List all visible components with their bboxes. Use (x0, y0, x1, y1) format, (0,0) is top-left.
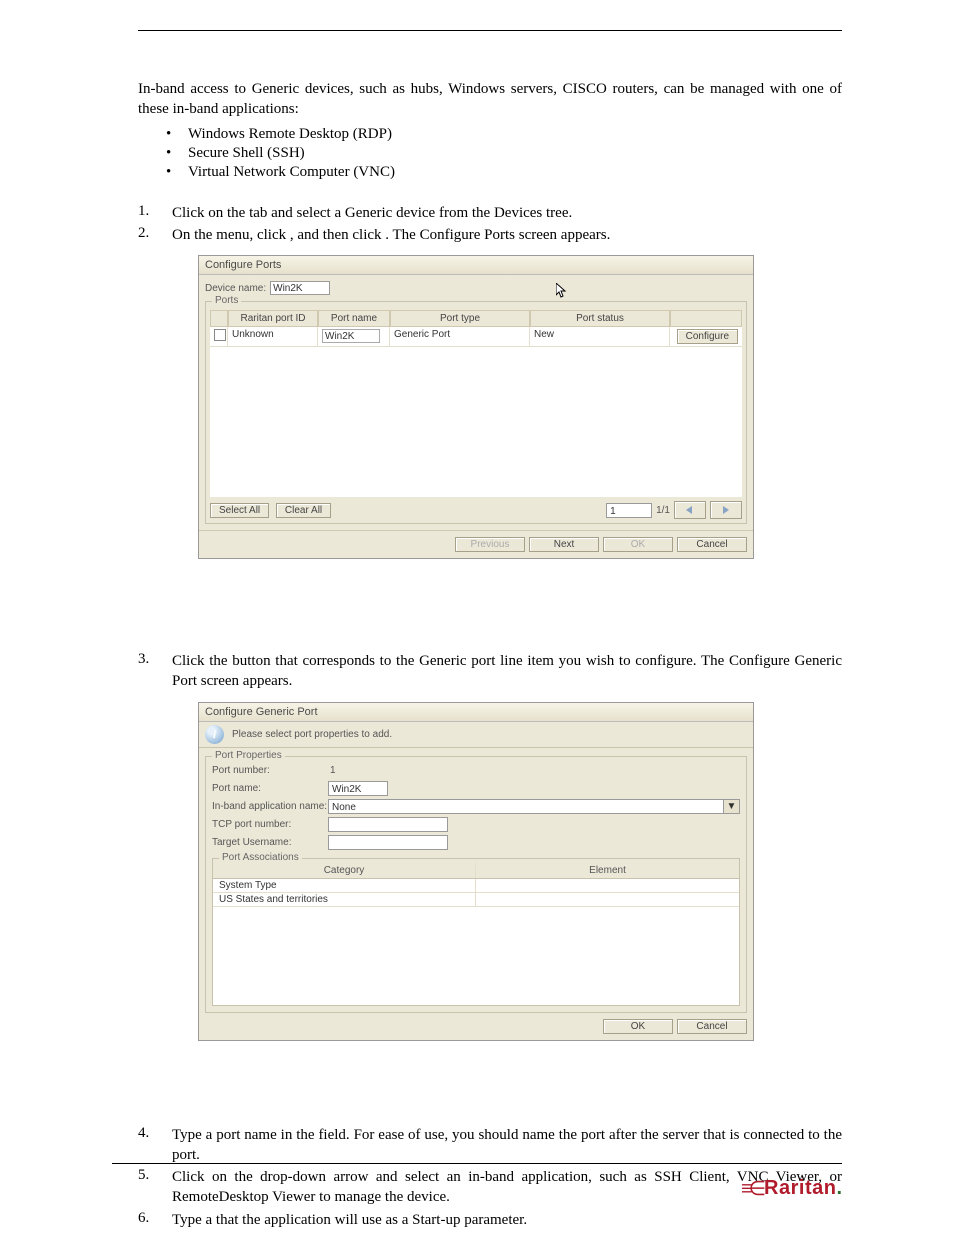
cell-category: System Type (213, 879, 476, 892)
step-text: Type a that the application will use as … (172, 1210, 842, 1230)
table-row[interactable]: US States and territories (213, 893, 739, 907)
chevron-down-icon[interactable]: ▼ (723, 800, 739, 813)
associations-header: Category Element (213, 863, 739, 879)
bullet-icon: • (166, 145, 188, 162)
ports-table-empty (210, 347, 742, 497)
tcp-port-label: TCP port number: (212, 819, 328, 830)
inband-app-combo[interactable]: None ▼ (328, 799, 740, 814)
cell-port-type: Generic Port (390, 327, 530, 346)
arrow-right-icon (721, 506, 731, 514)
cell-element (476, 879, 739, 892)
step-text: Click the button that corresponds to the… (172, 651, 842, 692)
steps-block-b: 3.Click the button that corresponds to t… (138, 651, 842, 692)
page-count-label: 1/1 (656, 505, 670, 516)
target-username-label: Target Username: (212, 837, 328, 848)
intro-paragraph: In-band access to Generic devices, such … (138, 79, 842, 120)
col-category: Category (213, 863, 476, 878)
step-number: 4. (138, 1125, 172, 1142)
list-item: Windows Remote Desktop (RDP) (188, 126, 392, 143)
steps-block-c: 4.Type a port name in the field. For eas… (138, 1125, 842, 1230)
clear-all-button[interactable]: Clear All (276, 503, 331, 518)
brand-text: Raritan (764, 1177, 836, 1200)
bottom-rule (112, 1163, 842, 1164)
info-icon: i (205, 725, 224, 744)
next-button[interactable]: Next (529, 537, 599, 552)
device-name-field[interactable]: Win2K (270, 281, 330, 295)
arrow-left-icon (685, 506, 695, 514)
step-text: Click on the tab and select a Generic de… (172, 203, 842, 223)
ok-button[interactable]: OK (603, 537, 673, 552)
figure-caption-2 (138, 1051, 842, 1095)
associations-empty (213, 907, 739, 1005)
port-name-label: Port name: (212, 783, 328, 794)
cancel-button[interactable]: Cancel (677, 537, 747, 552)
brand-mark-icon: ≡∈ (741, 1176, 762, 1201)
page-number-field[interactable]: 1 (606, 503, 652, 518)
inband-app-label: In-band application name: (212, 801, 328, 812)
col-port-name: Port name (318, 310, 390, 326)
page-prev-button[interactable] (674, 501, 706, 519)
cell-port-status: New (530, 327, 670, 346)
step-text: On the menu, click , and then click . Th… (172, 225, 842, 245)
step-number: 6. (138, 1210, 172, 1227)
bullet-icon: • (166, 126, 188, 143)
figure-caption-1 (138, 569, 842, 621)
configure-button[interactable]: Configure (677, 329, 738, 344)
list-item: Secure Shell (SSH) (188, 145, 305, 162)
top-rule (138, 30, 842, 31)
port-associations-legend: Port Associations (219, 852, 302, 863)
inband-app-value: None (329, 800, 723, 813)
device-name-label: Device name: (205, 283, 266, 294)
col-port-status: Port status (530, 310, 670, 326)
select-all-button[interactable]: Select All (210, 503, 269, 518)
target-username-field[interactable] (328, 835, 448, 850)
ok-button[interactable]: OK (603, 1019, 673, 1034)
cell-category: US States and territories (213, 893, 476, 906)
configure-ports-window: Configure Ports Device name: Win2K Ports… (198, 255, 754, 559)
brand-dot-icon: . (836, 1177, 842, 1200)
cell-element (476, 893, 739, 906)
bullet-icon: • (166, 164, 188, 181)
col-port-type: Port type (390, 310, 530, 326)
col-raritan-port-id: Raritan port ID (228, 310, 318, 326)
port-number-value: 1 (328, 764, 740, 778)
previous-button[interactable]: Previous (455, 537, 525, 552)
configure-generic-port-window: Configure Generic Port i Please select p… (198, 702, 754, 1041)
cancel-button[interactable]: Cancel (677, 1019, 747, 1034)
ports-table-header: Raritan port ID Port name Port type Port… (210, 310, 742, 327)
brand-logo: ≡∈ Raritan. (741, 1176, 842, 1201)
port-number-label: Port number: (212, 765, 328, 776)
tcp-port-field[interactable] (328, 817, 448, 832)
col-element: Element (476, 863, 739, 878)
list-item: Virtual Network Computer (VNC) (188, 164, 395, 181)
steps-block-a: 1.Click on the tab and select a Generic … (138, 203, 842, 246)
step-number: 1. (138, 203, 172, 220)
cell-port-id: Unknown (228, 327, 318, 346)
row-checkbox[interactable] (214, 329, 226, 341)
port-properties-legend: Port Properties (212, 750, 285, 761)
step-text: Type a port name in the field. For ease … (172, 1125, 842, 1166)
step-number: 3. (138, 651, 172, 668)
app-list: •Windows Remote Desktop (RDP) •Secure Sh… (166, 126, 842, 181)
window-title: Configure Ports (199, 256, 753, 275)
page-next-button[interactable] (710, 501, 742, 519)
table-row[interactable]: Unknown Win2K Generic Port New Configure (210, 327, 742, 347)
step-number: 5. (138, 1167, 172, 1184)
info-message: Please select port properties to add. (232, 729, 392, 740)
cell-port-name-input[interactable]: Win2K (322, 329, 380, 343)
step-number: 2. (138, 225, 172, 242)
table-row[interactable]: System Type (213, 879, 739, 893)
port-name-field[interactable]: Win2K (328, 781, 388, 796)
ports-legend: Ports (212, 295, 241, 306)
window-title: Configure Generic Port (199, 703, 753, 722)
